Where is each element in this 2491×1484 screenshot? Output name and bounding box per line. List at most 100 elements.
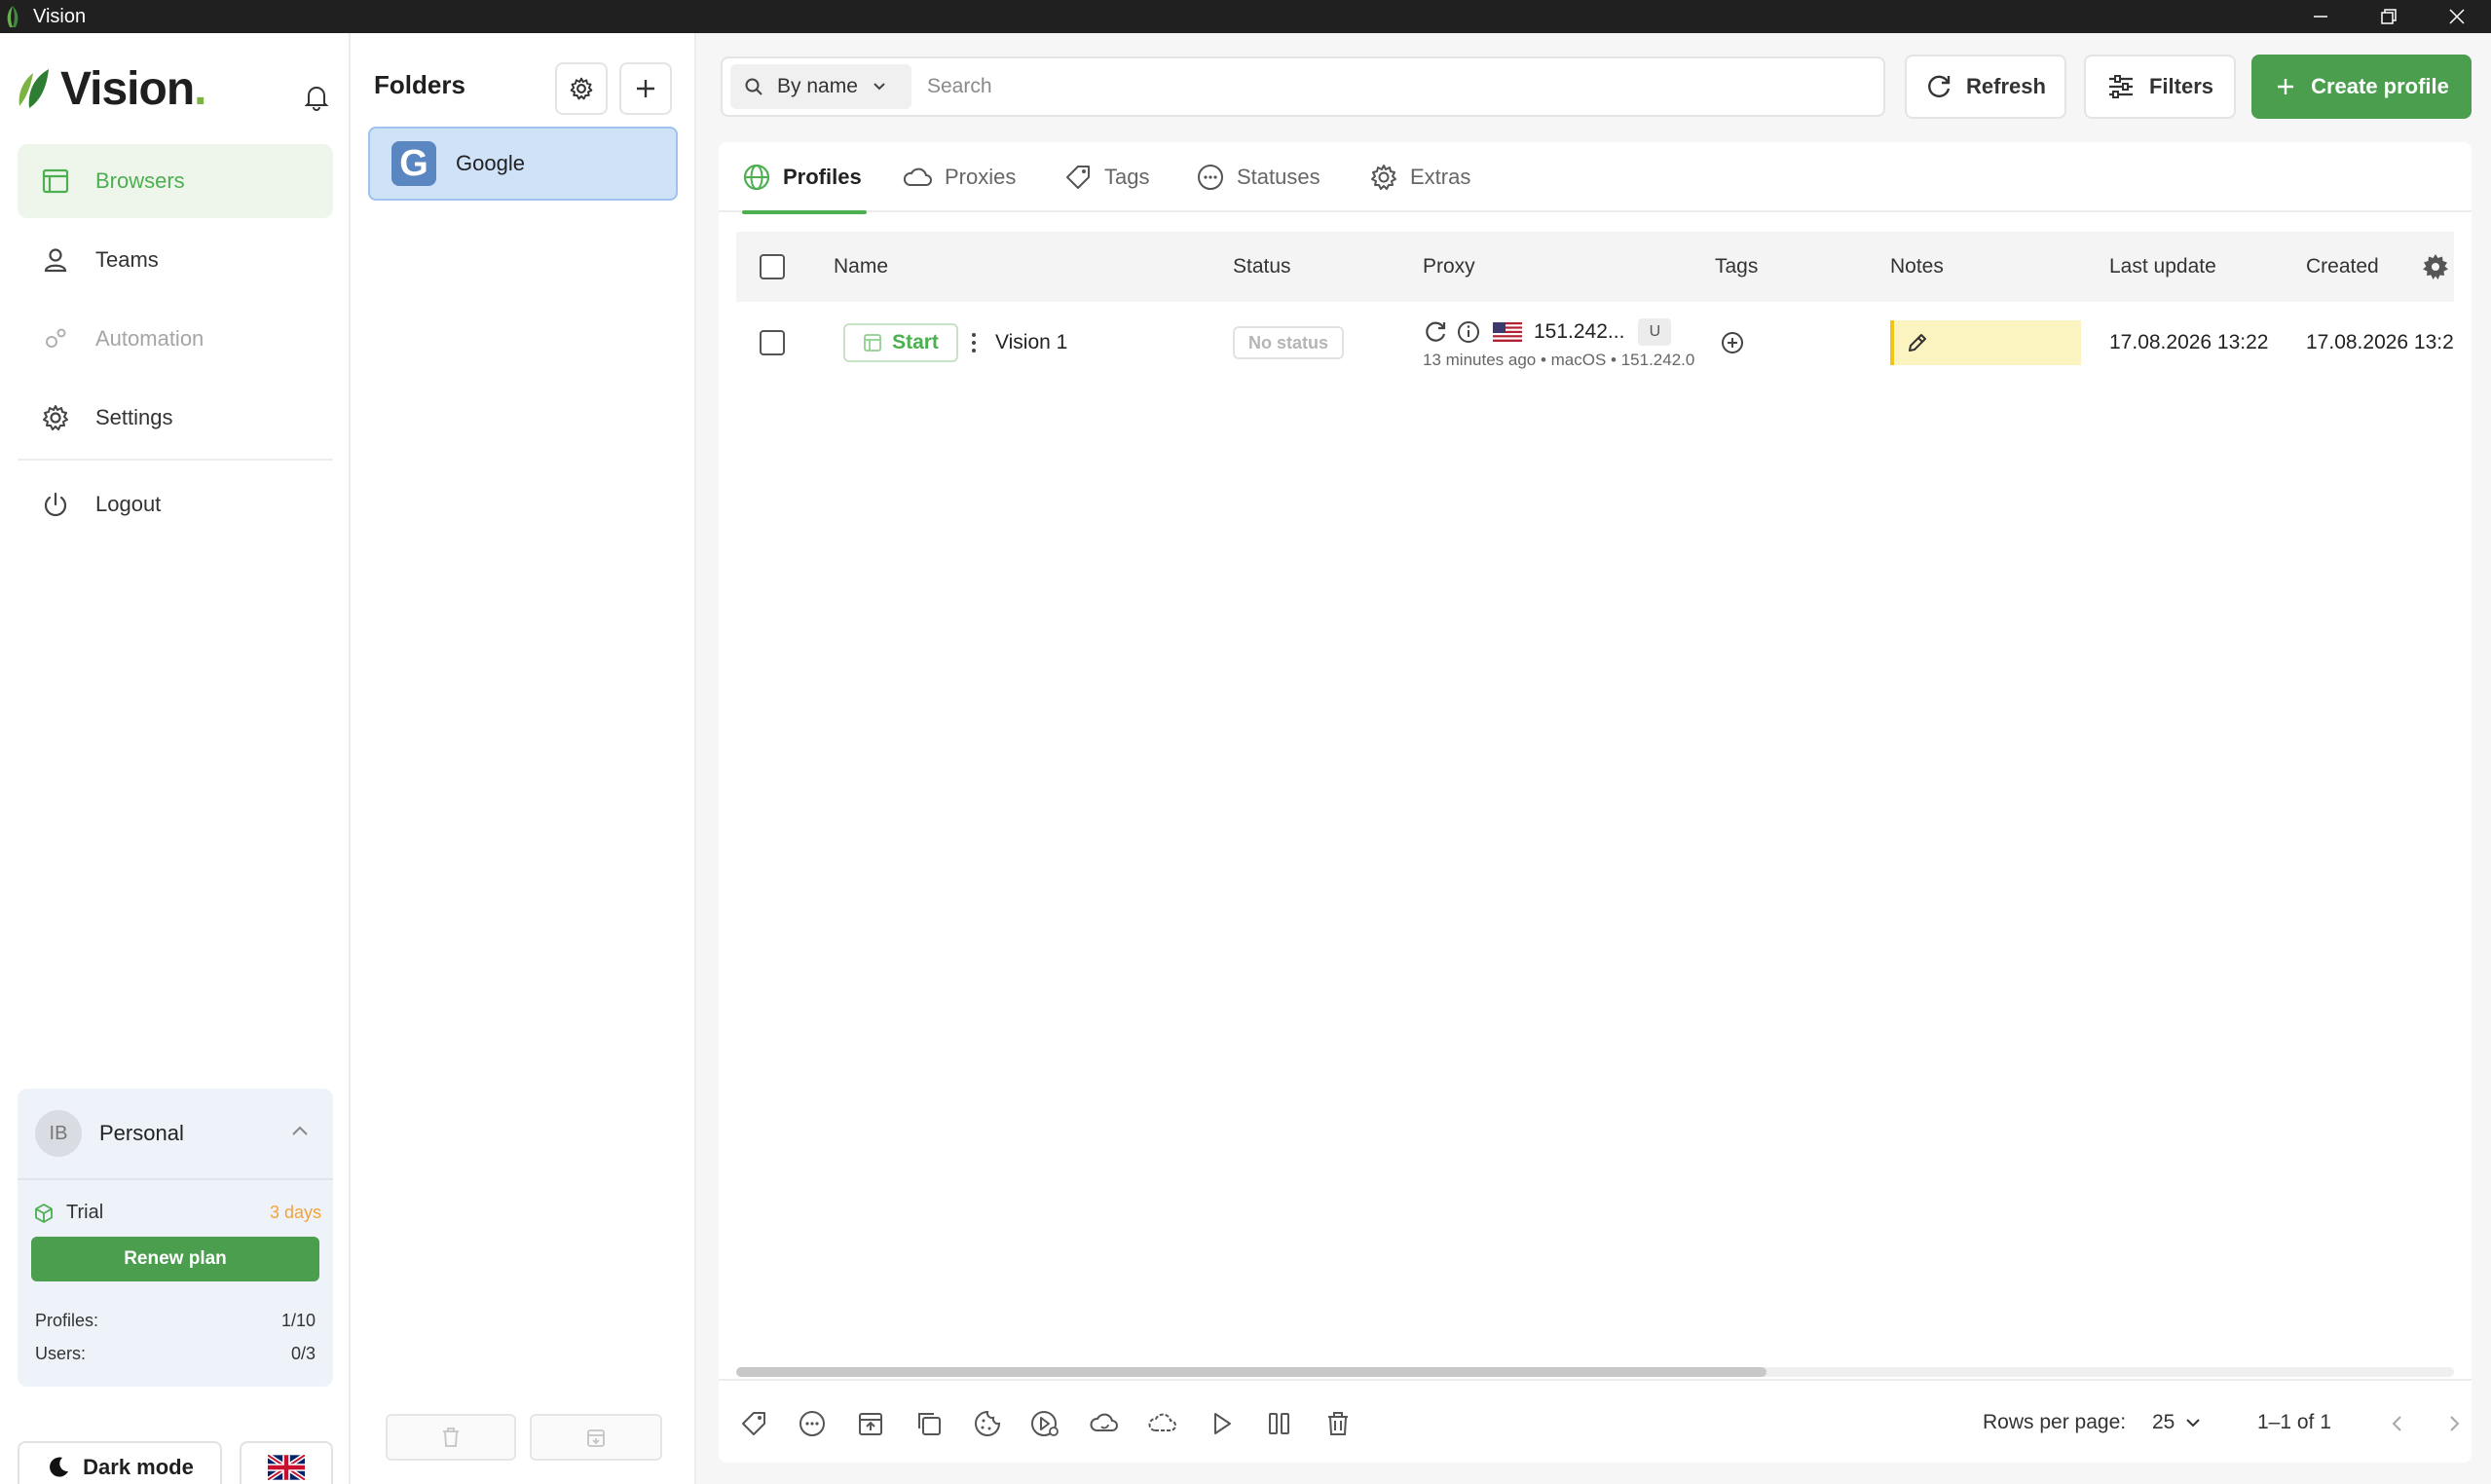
select-all-checkbox[interactable] bbox=[760, 254, 785, 279]
bulk-export-button[interactable] bbox=[853, 1406, 888, 1441]
tab-label: Proxies bbox=[945, 165, 1017, 189]
app-logo-icon bbox=[7, 6, 19, 27]
copy-icon bbox=[918, 1413, 941, 1435]
renew-plan-button[interactable]: Renew plan bbox=[31, 1237, 319, 1281]
bulk-status-button[interactable] bbox=[795, 1406, 830, 1441]
restore-button[interactable] bbox=[2355, 0, 2423, 33]
bulk-cloud-off-button[interactable] bbox=[1145, 1406, 1180, 1441]
column-status[interactable]: Status bbox=[1233, 232, 1291, 302]
bulk-start-button[interactable] bbox=[1204, 1406, 1239, 1441]
brand-logo[interactable]: Vision. bbox=[16, 62, 207, 116]
search-mode-select[interactable]: By name bbox=[730, 64, 911, 109]
nav-browsers[interactable]: Browsers bbox=[18, 144, 333, 218]
column-name[interactable]: Name bbox=[834, 232, 888, 302]
bulk-start-settings-button[interactable] bbox=[1028, 1406, 1063, 1441]
tab-profiles[interactable]: Profiles bbox=[742, 142, 867, 214]
nav-logout[interactable]: Logout bbox=[18, 467, 333, 541]
bulk-sync-button[interactable] bbox=[1087, 1406, 1122, 1441]
column-created[interactable]: Created bbox=[2306, 232, 2379, 302]
folder-settings-button[interactable] bbox=[555, 62, 608, 115]
info-icon[interactable] bbox=[1456, 319, 1481, 345]
power-icon bbox=[44, 492, 67, 517]
users-usage-label: Users: bbox=[35, 1344, 87, 1363]
tab-label: Tags bbox=[1104, 165, 1150, 189]
chevron-right-icon bbox=[2450, 1416, 2460, 1431]
filters-button[interactable]: Filters bbox=[2084, 55, 2236, 119]
created-value: 17.08.2026 13:2 bbox=[2306, 331, 2454, 353]
minimize-button[interactable] bbox=[2287, 0, 2355, 33]
profiles-usage-label: Profiles: bbox=[35, 1311, 99, 1330]
table-header: Name Status Proxy Tags Notes Last update… bbox=[736, 232, 2454, 302]
profiles-panel: Profiles Proxies Tags Statuses Extras Na… bbox=[719, 142, 2472, 1463]
status-badge[interactable]: No status bbox=[1233, 326, 1345, 359]
notes-cell bbox=[1890, 302, 2081, 384]
table-footer: Rows per page: 25 1–1 of 1 bbox=[719, 1379, 2472, 1463]
tab-extras[interactable]: Extras bbox=[1369, 142, 1470, 212]
select-all-checkbox-cell[interactable] bbox=[760, 232, 785, 302]
sidebar: Vision. Browsers Teams Automation Settin… bbox=[0, 33, 351, 1484]
nav-settings[interactable]: Settings bbox=[18, 381, 333, 455]
user-icon bbox=[44, 248, 67, 273]
nav-automation[interactable]: Automation bbox=[18, 302, 333, 376]
column-last-update[interactable]: Last update bbox=[2109, 232, 2216, 302]
archive-folder-button[interactable] bbox=[530, 1414, 662, 1461]
bulk-tag-button[interactable] bbox=[736, 1406, 771, 1441]
tab-statuses[interactable]: Statuses bbox=[1196, 142, 1320, 212]
tab-proxies[interactable]: Proxies bbox=[902, 142, 1016, 212]
folder-item-google[interactable]: G Google bbox=[368, 127, 678, 201]
language-button[interactable] bbox=[240, 1441, 333, 1484]
column-tags[interactable]: Tags bbox=[1715, 232, 1758, 302]
nav-teams[interactable]: Teams bbox=[18, 223, 333, 297]
horizontal-scrollbar-thumb[interactable] bbox=[736, 1367, 1767, 1377]
refresh-proxy-icon[interactable] bbox=[1423, 319, 1448, 345]
start-button-cell: Start bbox=[843, 302, 958, 384]
ellipsis-circle-icon bbox=[1198, 165, 1223, 190]
rows-per-page-select[interactable]: 25 bbox=[2152, 1381, 2202, 1465]
nav-label: Browsers bbox=[95, 168, 185, 193]
row-checkbox-cell[interactable] bbox=[760, 302, 785, 384]
next-page-button[interactable] bbox=[2436, 1406, 2472, 1441]
delete-folder-button[interactable] bbox=[386, 1414, 516, 1461]
column-notes[interactable]: Notes bbox=[1890, 232, 1944, 302]
bulk-delete-button[interactable] bbox=[1320, 1406, 1356, 1441]
dark-mode-button[interactable]: Dark mode bbox=[18, 1441, 222, 1484]
brand-name: Vision bbox=[60, 63, 195, 115]
proxy-details: 13 minutes ago • macOS • 151.242.0 bbox=[1423, 351, 1695, 369]
status-cell: No status bbox=[1233, 302, 1345, 384]
add-folder-button[interactable] bbox=[619, 62, 672, 115]
refresh-button[interactable]: Refresh bbox=[1905, 55, 2066, 119]
row-checkbox[interactable] bbox=[760, 330, 785, 355]
notifications-bell-icon[interactable] bbox=[304, 84, 329, 111]
archive-upload-icon bbox=[859, 1413, 882, 1435]
close-button[interactable] bbox=[2423, 0, 2491, 33]
column-settings-button[interactable] bbox=[2421, 232, 2450, 302]
create-profile-button[interactable]: Create profile bbox=[2251, 55, 2472, 119]
table-row[interactable]: Start Vision 1 No status 151.242... U 13… bbox=[736, 302, 2454, 384]
tab-tags[interactable]: Tags bbox=[1063, 142, 1149, 212]
previous-page-button[interactable] bbox=[2380, 1406, 2415, 1441]
ellipsis-circle-icon bbox=[799, 1411, 825, 1436]
users-usage: Users: 0/3 bbox=[35, 1344, 316, 1364]
start-button[interactable]: Start bbox=[843, 323, 958, 362]
profile-name[interactable]: Vision 1 bbox=[995, 302, 1067, 384]
row-menu-button[interactable] bbox=[970, 302, 978, 384]
brand-dot: . bbox=[194, 63, 206, 115]
search-input[interactable] bbox=[927, 66, 1803, 107]
horizontal-scrollbar[interactable] bbox=[736, 1367, 2454, 1377]
notes-editor[interactable] bbox=[1890, 320, 2081, 365]
cube-icon bbox=[35, 1203, 53, 1223]
account-switcher[interactable]: IB Personal bbox=[18, 1089, 333, 1180]
users-usage-value: 0/3 bbox=[290, 1344, 316, 1363]
plus-icon bbox=[637, 80, 654, 97]
folders-panel: Folders G Google bbox=[351, 33, 696, 1484]
folders-title: Folders bbox=[374, 70, 465, 99]
bulk-columns-button[interactable] bbox=[1262, 1406, 1297, 1441]
plus-icon bbox=[2278, 79, 2294, 94]
bulk-clone-button[interactable] bbox=[911, 1406, 947, 1441]
add-tag-button[interactable] bbox=[1720, 302, 1745, 384]
cloud-refresh-icon bbox=[1148, 1413, 1176, 1431]
rows-per-page-label: Rows per page: bbox=[1983, 1411, 2127, 1433]
column-proxy[interactable]: Proxy bbox=[1423, 232, 1475, 302]
nav-label: Automation bbox=[95, 326, 204, 351]
bulk-cookies-button[interactable] bbox=[970, 1406, 1005, 1441]
